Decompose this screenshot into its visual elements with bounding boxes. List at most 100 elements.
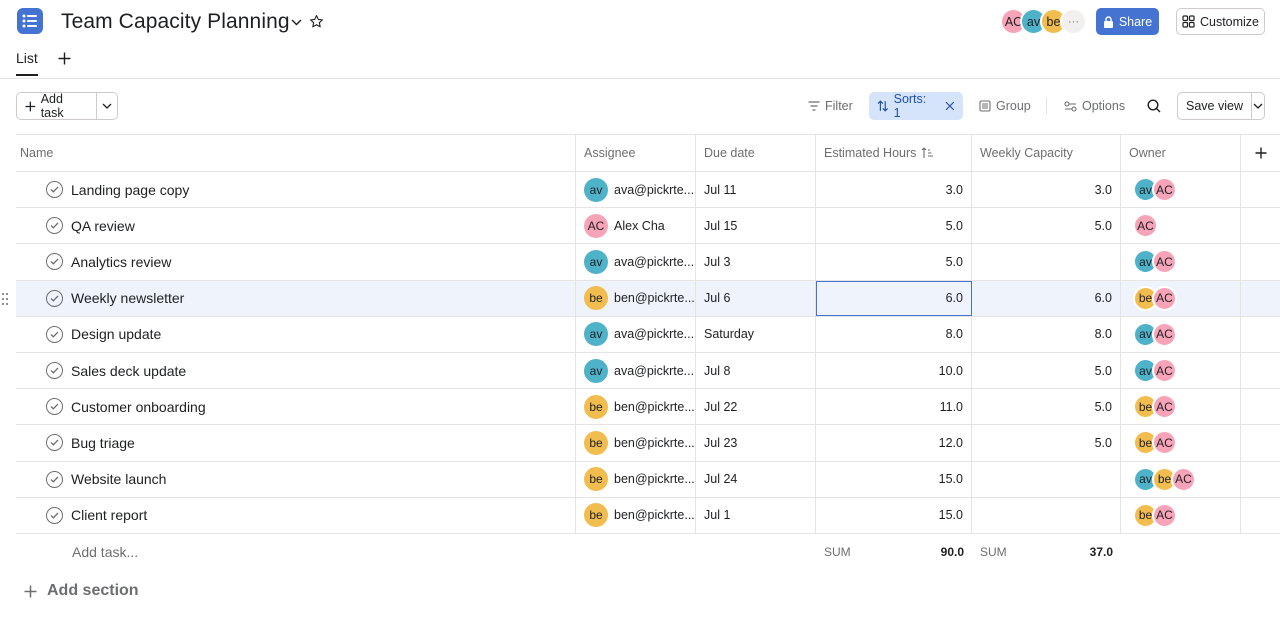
avatar[interactable]: AC [1152, 430, 1177, 456]
owner-cell[interactable]: be AC [1121, 425, 1241, 461]
check-circle-icon[interactable] [46, 362, 63, 380]
assignee-cell[interactable]: AC Alex Cha [576, 208, 696, 244]
table-row[interactable]: QA review AC Alex Cha Jul 15 5.0 5.0 AC [16, 208, 1280, 245]
estimated-hours-cell[interactable]: 11.0 [816, 389, 972, 425]
task-name-cell[interactable]: Website launch [16, 461, 576, 497]
task-name[interactable]: Website launch [71, 471, 166, 487]
owner-cell[interactable]: av AC [1121, 244, 1241, 280]
avatar[interactable]: AC [1152, 394, 1177, 420]
column-header-assignee[interactable]: Assignee [576, 135, 696, 171]
avatar[interactable]: AC [1152, 321, 1177, 347]
task-name[interactable]: Design update [71, 326, 161, 342]
due-date-cell[interactable]: Jul 24 [696, 461, 816, 497]
column-header-name[interactable]: Name [16, 135, 576, 171]
estimated-hours-cell[interactable]: 10.0 [816, 352, 972, 389]
task-name[interactable]: Landing page copy [71, 182, 189, 198]
table-row[interactable]: Client report be ben@pickrte... Jul 1 15… [16, 497, 1280, 534]
check-circle-icon[interactable] [46, 398, 63, 416]
owner-cell[interactable]: av AC [1121, 352, 1241, 389]
check-circle-icon[interactable] [46, 506, 63, 524]
table-row[interactable]: Landing page copy av ava@pickrte... Jul … [16, 172, 1280, 209]
weekly-capacity-cell[interactable]: 5.0 [972, 208, 1121, 244]
table-row[interactable]: Analytics review av ava@pickrte... Jul 3… [16, 244, 1280, 281]
assignee-cell[interactable]: be ben@pickrte... [576, 280, 696, 316]
add-task-dropdown-icon[interactable] [97, 93, 117, 119]
page-title[interactable]: Team Capacity Planning [61, 10, 290, 34]
estimated-hours-cell[interactable]: 15.0 [816, 497, 972, 533]
owner-cell[interactable]: be AC [1121, 389, 1241, 425]
check-circle-icon[interactable] [46, 325, 63, 343]
column-header-weekly-capacity[interactable]: Weekly Capacity [972, 135, 1121, 171]
assignee-cell[interactable]: av ava@pickrte... [576, 316, 696, 352]
table-row[interactable]: Weekly newsletter be ben@pickrte... Jul … [2, 280, 1280, 317]
task-name[interactable]: Weekly newsletter [71, 290, 184, 306]
weekly-capacity-cell[interactable]: 8.0 [972, 316, 1121, 352]
estimated-hours-cell[interactable]: 6.0 [816, 280, 972, 316]
task-name[interactable]: Sales deck update [71, 363, 186, 379]
owner-cell[interactable]: av AC [1121, 316, 1241, 352]
table-row[interactable]: Website launch be ben@pickrte... Jul 24 … [16, 461, 1280, 498]
assignee-cell[interactable]: be ben@pickrte... [576, 389, 696, 425]
check-circle-icon[interactable] [46, 289, 63, 307]
estimated-hours-cell[interactable]: 5.0 [816, 208, 972, 244]
task-name-cell[interactable]: Customer onboarding [16, 389, 576, 425]
owner-cell[interactable]: av be AC [1121, 461, 1241, 497]
estimated-hours-cell[interactable]: 3.0 [816, 172, 972, 208]
options-button[interactable]: Options [1064, 92, 1125, 120]
check-circle-icon[interactable] [46, 253, 63, 271]
due-date-cell[interactable]: Saturday [696, 316, 816, 352]
task-name[interactable]: Customer onboarding [71, 399, 206, 415]
avatar[interactable]: AC [1152, 177, 1177, 203]
add-task-button[interactable]: Add task [17, 92, 97, 120]
customize-button[interactable]: Customize [1176, 8, 1265, 35]
weekly-capacity-cell[interactable]: 5.0 [972, 352, 1121, 389]
due-date-cell[interactable]: Jul 23 [696, 425, 816, 461]
avatar[interactable]: AC [1152, 285, 1177, 311]
due-date-cell[interactable]: Jul 6 [696, 280, 816, 316]
due-date-cell[interactable]: Jul 15 [696, 208, 816, 244]
task-name-cell[interactable]: Client report [16, 497, 576, 533]
task-name[interactable]: Analytics review [71, 254, 171, 270]
chevron-down-icon[interactable] [288, 14, 304, 30]
owner-cell[interactable]: be AC [1121, 497, 1241, 533]
task-name[interactable]: Client report [71, 507, 147, 523]
task-name[interactable]: QA review [71, 218, 135, 234]
estimated-hours-cell[interactable]: 5.0 [816, 244, 972, 280]
table-row[interactable]: Sales deck update av ava@pickrte... Jul … [16, 352, 1280, 390]
assignee-cell[interactable]: be ben@pickrte... [576, 425, 696, 461]
add-column-icon[interactable] [1241, 135, 1280, 171]
group-button[interactable]: Group [979, 92, 1031, 120]
star-icon[interactable] [307, 12, 325, 30]
list-project-icon[interactable] [17, 8, 43, 34]
task-name-cell[interactable]: Bug triage [16, 425, 576, 461]
column-header-due-date[interactable]: Due date [696, 135, 816, 171]
task-name-cell[interactable]: Analytics review [16, 244, 576, 280]
assignee-cell[interactable]: av ava@pickrte... [576, 244, 696, 280]
add-section-button[interactable]: Add section [24, 582, 139, 600]
check-circle-icon[interactable] [46, 217, 63, 235]
column-header-owner[interactable]: Owner [1121, 135, 1241, 171]
owner-cell[interactable]: be AC [1121, 280, 1241, 316]
table-row[interactable]: Customer onboarding be ben@pickrte... Ju… [16, 389, 1280, 426]
estimated-hours-cell[interactable]: 12.0 [816, 425, 972, 461]
estimated-hours-cell[interactable]: 8.0 [816, 316, 972, 352]
add-tab-icon[interactable] [56, 50, 72, 66]
share-button[interactable]: Share [1096, 8, 1159, 35]
avatar[interactable]: AC [1133, 213, 1158, 239]
more-members-icon[interactable]: ··· [1060, 8, 1087, 35]
check-circle-icon[interactable] [46, 470, 63, 488]
table-row[interactable]: Design update av ava@pickrte... Saturday… [16, 316, 1280, 353]
filter-button[interactable]: Filter [808, 92, 853, 120]
assignee-cell[interactable]: av ava@pickrte... [576, 352, 696, 389]
avatar[interactable]: AC [1152, 358, 1177, 384]
weekly-capacity-cell[interactable] [972, 497, 1121, 533]
sort-ascending-icon[interactable] [921, 147, 934, 159]
save-view-button[interactable]: Save view [1177, 92, 1265, 120]
drag-handle-icon[interactable] [0, 292, 10, 306]
estimated-hours-cell[interactable]: 15.0 [816, 461, 972, 497]
task-name[interactable]: Bug triage [71, 435, 135, 451]
search-icon[interactable] [1147, 92, 1161, 120]
close-icon[interactable] [945, 101, 955, 111]
avatar[interactable]: AC [1152, 502, 1177, 528]
weekly-capacity-cell[interactable]: 5.0 [972, 425, 1121, 461]
